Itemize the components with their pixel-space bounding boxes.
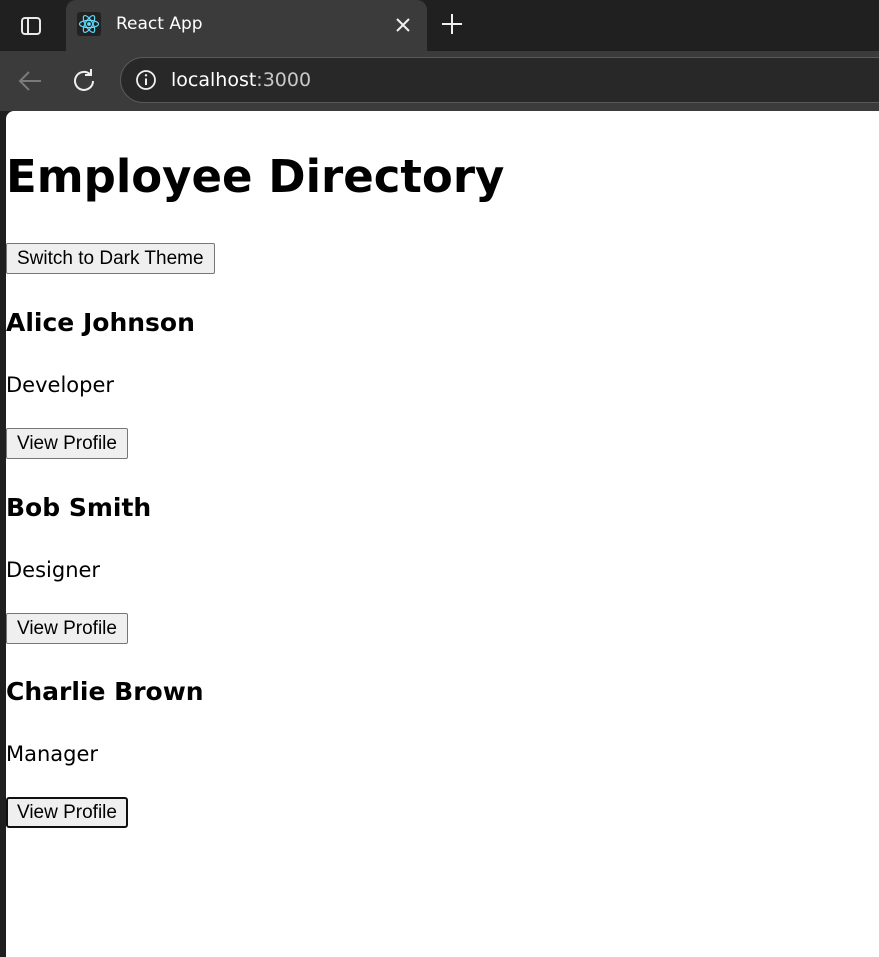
back-arrow-icon (18, 71, 41, 91)
tab-strip: React App (0, 0, 879, 51)
info-icon[interactable] (135, 69, 157, 91)
back-button[interactable] (12, 63, 48, 99)
reload-icon (74, 69, 94, 91)
url-text: localhost:3000 (171, 68, 311, 92)
employee-name: Charlie Brown (6, 677, 204, 706)
view-profile-button[interactable]: View Profile (6, 797, 128, 828)
tab-actions-button[interactable] (0, 0, 62, 51)
react-logo-icon (77, 12, 101, 36)
sidebar-panel-icon (21, 16, 41, 35)
employee-role: Manager (6, 742, 99, 766)
address-bar[interactable]: localhost:3000 (120, 57, 879, 103)
employee-role: Developer (6, 373, 115, 397)
tab-title: React App (116, 14, 203, 34)
url-port: :3000 (256, 69, 312, 91)
browser-toolbar: localhost:3000 (0, 51, 879, 111)
tab-close-button[interactable] (392, 14, 414, 36)
close-icon (396, 18, 410, 32)
employee-role: Designer (6, 558, 101, 582)
new-tab-button[interactable] (438, 10, 466, 38)
url-host: localhost (171, 69, 257, 91)
reload-button[interactable] (66, 63, 102, 99)
browser-window: React App localhost:3000 Employee Direct… (0, 0, 879, 957)
employee-name: Alice Johnson (6, 308, 195, 337)
switch-theme-button[interactable]: Switch to Dark Theme (6, 243, 215, 274)
page-viewport: Employee Directory Switch to Dark Theme … (6, 111, 879, 957)
page-title: Employee Directory (6, 150, 505, 203)
employee-name: Bob Smith (6, 493, 152, 522)
view-profile-button[interactable]: View Profile (6, 613, 128, 644)
plus-icon (442, 14, 462, 34)
view-profile-button[interactable]: View Profile (6, 428, 128, 459)
